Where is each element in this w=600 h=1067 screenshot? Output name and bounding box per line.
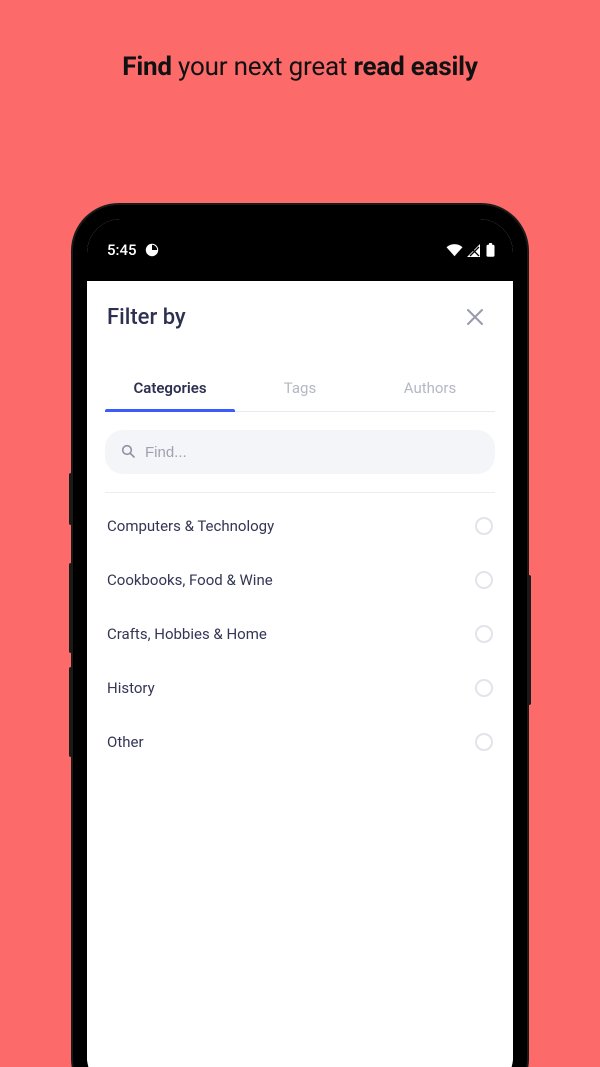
category-list: Computers & Technology Cookbooks, Food & … (105, 499, 495, 769)
tab-authors[interactable]: Authors (365, 367, 495, 411)
category-row[interactable]: Crafts, Hobbies & Home (105, 607, 495, 661)
battery-icon (486, 243, 495, 257)
close-icon (465, 307, 485, 327)
marketing-headline: Find your next great read easily (0, 52, 600, 82)
phone-side-button (69, 473, 73, 525)
headline-mid: your next great (172, 52, 354, 82)
status-bar: 5:45 (87, 219, 513, 281)
category-label: Cookbooks, Food & Wine (107, 571, 273, 589)
tab-tags[interactable]: Tags (235, 367, 365, 411)
phone-screen: 5:45 Filter by (87, 219, 513, 1067)
category-row[interactable]: Other (105, 715, 495, 769)
status-bar-right (446, 243, 495, 257)
panel-title: Filter by (107, 305, 186, 330)
search-field[interactable] (105, 430, 495, 474)
category-label: History (107, 679, 155, 697)
category-row[interactable]: Computers & Technology (105, 499, 495, 553)
tab-label: Categories (133, 379, 206, 397)
tab-categories[interactable]: Categories (105, 367, 235, 411)
status-bar-left: 5:45 (107, 241, 159, 259)
category-row[interactable]: Cookbooks, Food & Wine (105, 553, 495, 607)
radio-icon[interactable] (475, 679, 493, 697)
tab-bar: Categories Tags Authors (105, 367, 495, 412)
phone-power-button (527, 575, 531, 705)
radio-icon[interactable] (475, 733, 493, 751)
phone-frame: 5:45 Filter by (73, 205, 527, 1067)
radio-icon[interactable] (475, 571, 493, 589)
phone-volume-down (69, 667, 73, 757)
status-time: 5:45 (107, 241, 137, 259)
close-button[interactable] (461, 303, 489, 331)
category-label: Computers & Technology (107, 517, 274, 535)
search-input[interactable] (145, 444, 479, 461)
category-row[interactable]: History (105, 661, 495, 715)
phone-volume-up (69, 563, 73, 653)
radio-icon[interactable] (475, 625, 493, 643)
headline-strong-2: read easily (353, 52, 477, 82)
search-icon (121, 443, 135, 462)
category-label: Other (107, 733, 144, 751)
wifi-icon (446, 244, 463, 257)
category-label: Crafts, Hobbies & Home (107, 625, 267, 643)
headline-strong-1: Find (122, 52, 172, 82)
divider (105, 492, 495, 493)
panel-header: Filter by (105, 303, 495, 343)
tab-label: Tags (284, 379, 316, 397)
cellular-icon (467, 244, 482, 257)
tab-label: Authors (404, 379, 457, 397)
app-notification-icon (145, 243, 159, 257)
radio-icon[interactable] (475, 517, 493, 535)
filter-panel: Filter by Categories Tags Authors Computer… (87, 281, 513, 1067)
